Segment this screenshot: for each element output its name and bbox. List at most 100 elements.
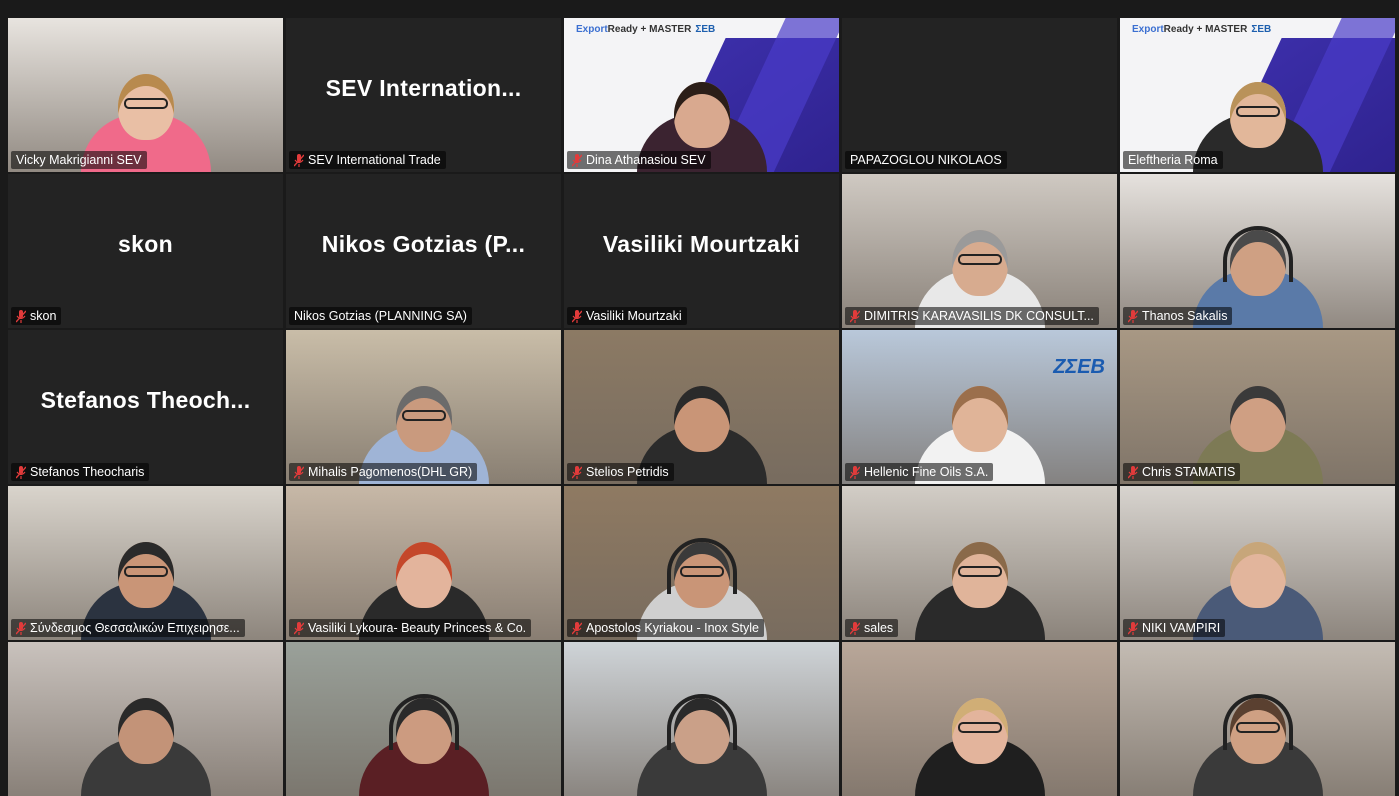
participant-tile[interactable]: Σύνδεσμος Θεσσαλικών Επιχειρησε... [8, 486, 283, 640]
glasses [957, 566, 1002, 577]
participant-video-person [80, 676, 211, 796]
mic-muted-icon [1128, 621, 1138, 635]
participant-tile[interactable]: Nikos Gotzias (P... Nikos Gotzias (PLANNI… [286, 174, 561, 328]
participant-tile[interactable]: Stelios Petridis [564, 330, 839, 484]
participant-tile[interactable] [842, 642, 1117, 796]
participant-name-label: DIMITRIS KARAVASILIS DK CONSULT... [864, 309, 1094, 323]
mic-muted-icon [572, 465, 582, 479]
participant-tile[interactable]: ΖΣΕΒ Hellenic Fine Oils S.A. [842, 330, 1117, 484]
participant-name-label: Mihalis Pagomenos(DHL GR) [308, 465, 473, 479]
participant-name-label: Thanos Sakalis [1142, 309, 1228, 323]
mic-muted-icon [16, 621, 26, 635]
participant-tile[interactable]: sales [842, 486, 1117, 640]
participant-tile[interactable] [286, 642, 561, 796]
headset [666, 538, 737, 594]
participant-display-name: Vasiliki Mourtzaki [602, 230, 801, 257]
participant-name-label: SEV International Trade [308, 153, 441, 167]
participant-tile[interactable]: Vasiliki Lykoura- Beauty Princess & Co. [286, 486, 561, 640]
participant-tile[interactable] [8, 642, 283, 796]
participant-display-name: Nikos Gotzias (P... [321, 230, 526, 257]
mic-muted-icon [294, 621, 304, 635]
participant-name-tag: PAPAZOGLOU NIKOLAOS [845, 151, 1007, 169]
participant-video-person [358, 676, 489, 796]
participant-tile[interactable]: Apostolos Kyriakou - Inox Style [564, 486, 839, 640]
participant-video-person [914, 676, 1045, 796]
participant-tile[interactable]: Chris STAMATIS [1120, 330, 1395, 484]
mic-muted-icon [16, 465, 26, 479]
participant-name-tag: Stefanos Theocharis [11, 463, 150, 481]
participant-name-tag: Σύνδεσμος Θεσσαλικών Επιχειρησε... [11, 619, 245, 637]
mic-muted-icon [1128, 309, 1138, 323]
participant-tile[interactable] [1120, 642, 1395, 796]
participant-name-label: Hellenic Fine Oils S.A. [864, 465, 989, 479]
participant-name-tag: Dina Athanasiou SEV [567, 151, 711, 169]
mic-muted-icon [850, 309, 860, 323]
participant-tile[interactable]: Thanos Sakalis [1120, 174, 1395, 328]
glasses [123, 98, 168, 109]
participant-name-label: Dina Athanasiou SEV [586, 153, 706, 167]
participant-tile[interactable]: DIMITRIS KARAVASILIS DK CONSULT... [842, 174, 1117, 328]
participant-name-tag: Vicky Makrigianni SEV [11, 151, 147, 169]
participant-name-tag: Apostolos Kyriakou - Inox Style [567, 619, 764, 637]
participant-name-label: Σύνδεσμος Θεσσαλικών Επιχειρησε... [30, 621, 240, 635]
participant-name-tag: Nikos Gotzias (PLANNING SA) [289, 307, 472, 325]
participant-tile[interactable]: ExportReady + MASTER ΣΕΒ Dina Athanasiou S… [564, 18, 839, 172]
participant-tile[interactable]: ExportReady + MASTER ΣΕΒ Eleftheria Roma [1120, 18, 1395, 172]
participant-video-person [636, 676, 767, 796]
participant-display-name: SEV Internation... [325, 74, 522, 101]
participant-name-tag: skon [11, 307, 62, 325]
participant-name-label: NIKI VAMPIRI [1142, 621, 1221, 635]
participant-name-tag: Hellenic Fine Oils S.A. [845, 463, 994, 481]
participant-tile[interactable]: skon skon [8, 174, 283, 328]
participant-tile[interactable]: PAPAZOGLOU NIKOLAOS [842, 18, 1117, 172]
glasses [123, 566, 168, 577]
participant-tile[interactable]: Vasiliki Mourtzaki Vasiliki Mourtzaki [564, 174, 839, 328]
participant-name-label: Vasiliki Mourtzaki [586, 309, 682, 323]
participant-tile[interactable]: NIKI VAMPIRI [1120, 486, 1395, 640]
participant-name-tag: NIKI VAMPIRI [1123, 619, 1226, 637]
participant-tile[interactable]: Stefanos Theoch... Stefanos Theocharis [8, 330, 283, 484]
brand-logo: ExportReady + MASTER ΣΕΒ [576, 24, 716, 35]
mic-muted-icon [294, 465, 304, 479]
headset [1222, 694, 1293, 750]
participant-name-label: Chris STAMATIS [1142, 465, 1236, 479]
participant-name-tag: Vasiliki Mourtzaki [567, 307, 687, 325]
mic-muted-icon [850, 621, 860, 635]
participant-name-label: Vasiliki Lykoura- Beauty Princess & Co. [308, 621, 527, 635]
participant-name-label: Stefanos Theocharis [30, 465, 145, 479]
participant-name-tag: Chris STAMATIS [1123, 463, 1241, 481]
participant-display-name: Stefanos Theoch... [40, 386, 251, 413]
video-grid: Vicky Makrigianni SEV SEV Internation... S… [8, 18, 1395, 796]
participant-tile[interactable]: Vicky Makrigianni SEV [8, 18, 283, 172]
mic-muted-icon [1128, 465, 1138, 479]
glasses [957, 254, 1002, 265]
participant-name-tag: SEV International Trade [289, 151, 446, 169]
mic-muted-icon [572, 621, 582, 635]
participant-name-tag: sales [845, 619, 899, 637]
participant-name-tag: DIMITRIS KARAVASILIS DK CONSULT... [845, 307, 1099, 325]
participant-tile[interactable]: SEV Internation... SEV International Trad… [286, 18, 561, 172]
participant-name-label: skon [30, 309, 57, 323]
headset [666, 694, 737, 750]
glasses [1235, 106, 1280, 117]
participant-name-tag: Mihalis Pagomenos(DHL GR) [289, 463, 478, 481]
glasses [957, 722, 1002, 733]
participant-name-label: Apostolos Kyriakou - Inox Style [586, 621, 759, 635]
mic-muted-icon [572, 309, 582, 323]
participant-name-label: Nikos Gotzias (PLANNING SA) [294, 309, 467, 323]
participant-name-label: Eleftheria Roma [1128, 153, 1218, 167]
participant-name-label: sales [864, 621, 894, 635]
participant-name-tag: Stelios Petridis [567, 463, 674, 481]
participant-tile[interactable]: Mihalis Pagomenos(DHL GR) [286, 330, 561, 484]
participant-name-label: PAPAZOGLOU NIKOLAOS [850, 153, 1002, 167]
headset [1222, 226, 1293, 282]
headset [388, 694, 459, 750]
sev-logo: ΖΣΕΒ [1053, 356, 1105, 378]
mic-muted-icon [572, 153, 582, 167]
mic-muted-icon [850, 465, 860, 479]
participant-tile[interactable] [564, 642, 839, 796]
participant-name-tag: Vasiliki Lykoura- Beauty Princess & Co. [289, 619, 532, 637]
mic-muted-icon [16, 309, 26, 323]
participant-name-label: Vicky Makrigianni SEV [16, 153, 142, 167]
participant-display-name: skon [118, 230, 173, 257]
